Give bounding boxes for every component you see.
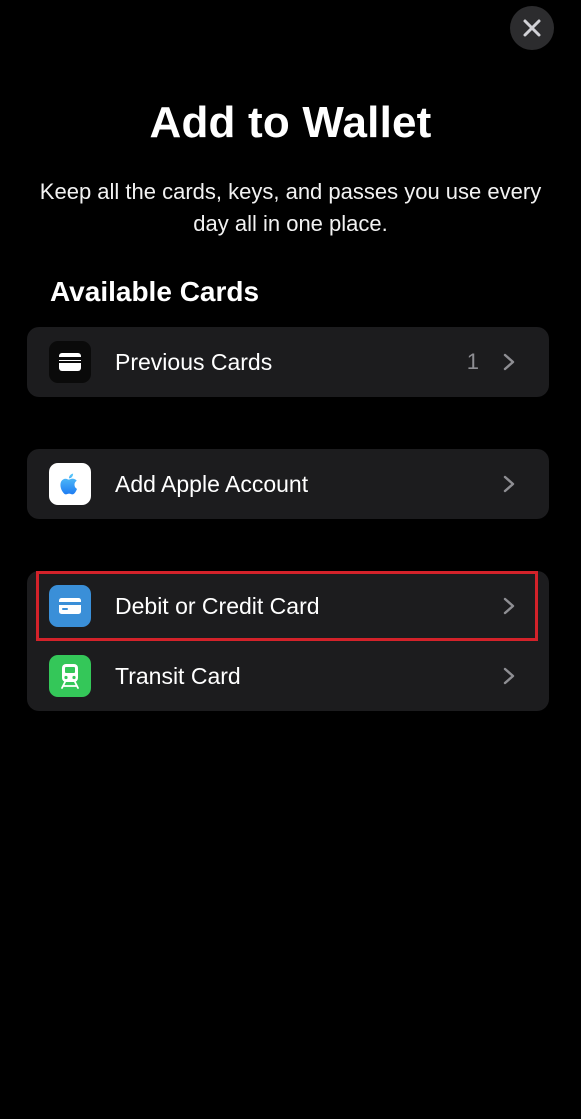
page-subtitle: Keep all the cards, keys, and passes you… [39,179,542,236]
row-label-previous-cards: Previous Cards [115,349,273,375]
chevron-right-icon [503,475,515,493]
credit-card-icon [49,585,91,627]
previous-cards-count: 1 [466,349,479,374]
row-label-transit-card: Transit Card [115,663,241,689]
row-transit-card[interactable]: Transit Card [27,641,549,711]
apple-icon [49,463,91,505]
payment-cards-group: Debit or Credit Card Transit Card [27,571,549,711]
close-button[interactable] [510,6,554,50]
row-label-add-apple-account: Add Apple Account [115,471,309,497]
section-title-available-cards: Available Cards [50,276,260,307]
chevron-right-icon [503,353,515,371]
apple-account-group: Add Apple Account [27,449,549,519]
row-add-apple-account[interactable]: Add Apple Account [27,449,549,519]
row-label-debit-or-credit-card: Debit or Credit Card [115,593,320,619]
chevron-right-icon [503,597,515,615]
chevron-right-icon [503,667,515,685]
train-icon [49,655,91,697]
wallet-icon [49,341,91,383]
row-previous-cards[interactable]: Previous Cards 1 [27,327,549,397]
row-debit-or-credit-card[interactable]: Debit or Credit Card [27,571,549,641]
close-icon [523,19,541,37]
page-title: Add to Wallet [149,98,432,147]
previous-cards-group: Previous Cards 1 [27,327,549,397]
